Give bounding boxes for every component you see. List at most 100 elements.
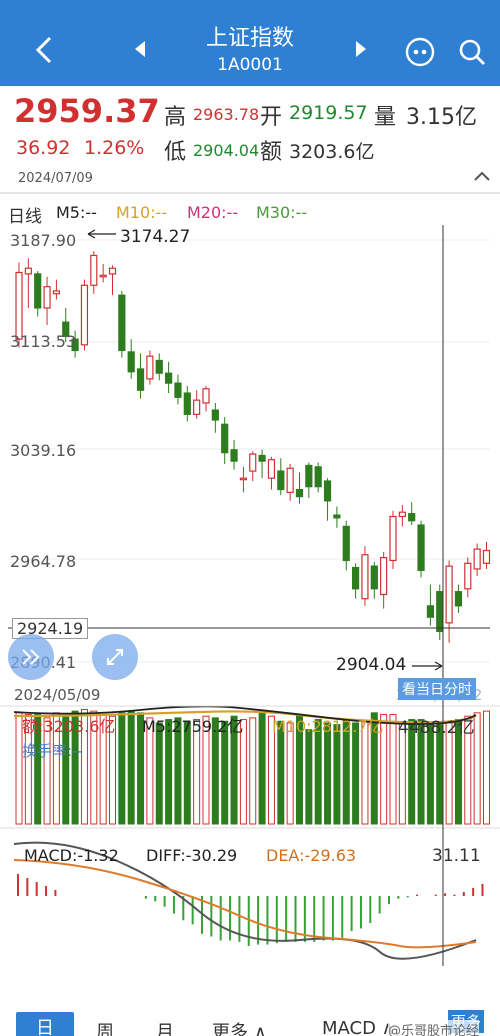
- candle-body: [295, 488, 304, 498]
- candle: [323, 478, 332, 521]
- high-value: 2963.78: [193, 105, 260, 124]
- candle: [202, 385, 210, 412]
- volume-bar: [258, 712, 266, 825]
- next-stock-button[interactable]: [346, 34, 376, 64]
- price-grid: [8, 239, 490, 663]
- volume-bar: [426, 724, 434, 825]
- volume-bar: [127, 710, 135, 825]
- candle-body: [15, 271, 23, 340]
- price-axis-label: 3113.53: [10, 332, 77, 351]
- candle: [295, 472, 304, 504]
- candle: [286, 463, 294, 501]
- collapse-button[interactable]: [470, 166, 494, 186]
- candle: [417, 520, 425, 578]
- candle-body: [389, 515, 397, 562]
- candle-body: [155, 359, 163, 374]
- candle-body: [473, 548, 481, 570]
- candle-body: [408, 513, 416, 522]
- macd-max-label: 31.11: [432, 846, 481, 866]
- candle: [146, 350, 154, 385]
- volume-bar: [445, 722, 453, 825]
- candle: [482, 542, 491, 569]
- tab-week[interactable]: 周: [96, 1018, 114, 1036]
- volume-bar: [436, 724, 444, 825]
- candle-body: [90, 254, 98, 286]
- volume-bar: [352, 722, 360, 825]
- high-arrow-icon: [87, 229, 116, 239]
- tab-indicator[interactable]: MACD ∧: [322, 1018, 395, 1036]
- candle: [258, 449, 266, 479]
- candle-body: [323, 480, 332, 502]
- candle-body: [183, 392, 191, 415]
- candles-group: [15, 251, 491, 643]
- search-button[interactable]: [456, 36, 488, 68]
- macd-bars-group: [17, 874, 484, 946]
- turnover-label: 换手率:--: [22, 742, 83, 760]
- candle-body: [127, 351, 135, 373]
- tab-day[interactable]: 日: [16, 1012, 74, 1036]
- candle: [370, 561, 378, 599]
- volume-bar: [324, 722, 332, 825]
- menu-button[interactable]: [404, 36, 436, 68]
- scroll-left-button[interactable]: [8, 634, 54, 680]
- macd-dea-label: DEA:-29.63: [266, 846, 357, 865]
- volume-label: 量: [374, 105, 397, 130]
- open-label: 开: [260, 105, 283, 130]
- volume-bar: [473, 712, 481, 825]
- intraday-button[interactable]: 看当日分时: [398, 678, 476, 700]
- candle-body: [464, 562, 472, 590]
- volume-bar: [305, 729, 313, 825]
- candle: [118, 290, 126, 358]
- candle: [230, 439, 238, 470]
- candle: [80, 279, 89, 351]
- candle: [90, 251, 98, 294]
- volume-amount-label: 额:3203.6亿: [22, 717, 116, 736]
- fullscreen-button[interactable]: [92, 634, 138, 680]
- candle-body: [454, 591, 463, 607]
- app-header: 上证指数 1A0001: [0, 0, 500, 86]
- tab-more[interactable]: 更多 ∧: [212, 1018, 267, 1036]
- candle-body: [230, 449, 238, 462]
- high-mark-label: 3174.27: [120, 227, 191, 247]
- candle-body: [277, 470, 285, 491]
- macd-diff-label: DIFF:-30.29: [146, 846, 238, 865]
- volume-bar: [483, 710, 490, 825]
- candle: [155, 353, 163, 381]
- volume-value: 3.15亿: [406, 105, 477, 130]
- macd-dea-line: [13, 859, 477, 949]
- candle-body: [361, 554, 369, 600]
- tab-month[interactable]: 月: [156, 1018, 174, 1036]
- candle-body: [118, 294, 126, 352]
- candle-body: [80, 284, 89, 346]
- start-date-label: 2024/05/09: [14, 686, 101, 704]
- candle: [464, 557, 472, 598]
- candle: [108, 265, 117, 296]
- volume-bar: [389, 714, 397, 825]
- triangle-right-icon: [356, 41, 366, 57]
- candle-body: [380, 557, 388, 596]
- candle: [165, 361, 173, 394]
- candle-body: [211, 409, 219, 421]
- candle-body: [165, 372, 173, 384]
- candle-body: [108, 267, 117, 275]
- candle-body: [417, 524, 425, 571]
- candle-body: [370, 565, 378, 590]
- candle: [426, 584, 434, 626]
- candle-body: [43, 286, 51, 309]
- expand-icon: [107, 649, 123, 665]
- candle-body: [426, 605, 434, 618]
- candle: [34, 271, 42, 317]
- candle-body: [305, 464, 313, 488]
- candle: [211, 402, 219, 433]
- candle: [454, 584, 463, 613]
- candle: [352, 563, 360, 599]
- candle-body: [398, 511, 406, 518]
- candle-body: [436, 591, 444, 632]
- candle-body: [258, 454, 266, 462]
- candle: [445, 560, 453, 643]
- candle: [24, 258, 32, 308]
- candle-body: [482, 549, 491, 564]
- price-change: 36.92: [16, 137, 71, 159]
- low-mark-label: 2904.04: [336, 655, 407, 675]
- candle-body: [352, 566, 360, 590]
